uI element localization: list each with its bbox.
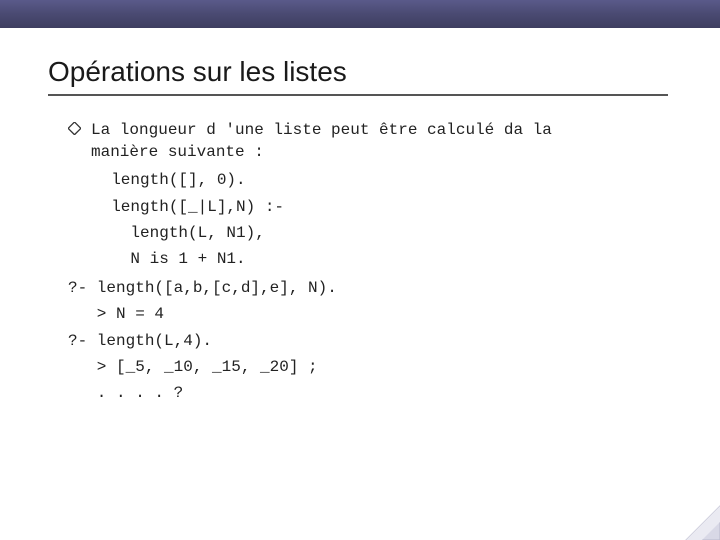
slide-title: Opérations sur les listes [48, 56, 720, 88]
slide-top-bar [0, 0, 720, 28]
code-definition: length([], 0). length([_|L],N) :- length… [92, 167, 720, 273]
intro-text: La longueur d 'une liste peut être calcu… [91, 120, 552, 163]
title-underline [48, 94, 668, 96]
bullet-item: La longueur d 'une liste peut être calcu… [68, 120, 720, 163]
slide-content: La longueur d 'une liste peut être calcu… [68, 120, 720, 407]
diamond-bullet-icon [68, 122, 81, 140]
code-queries: ?- length([a,b,[c,d],e], N). > N = 4 ?- … [68, 275, 720, 407]
page-corner-fold-icon [680, 500, 720, 540]
